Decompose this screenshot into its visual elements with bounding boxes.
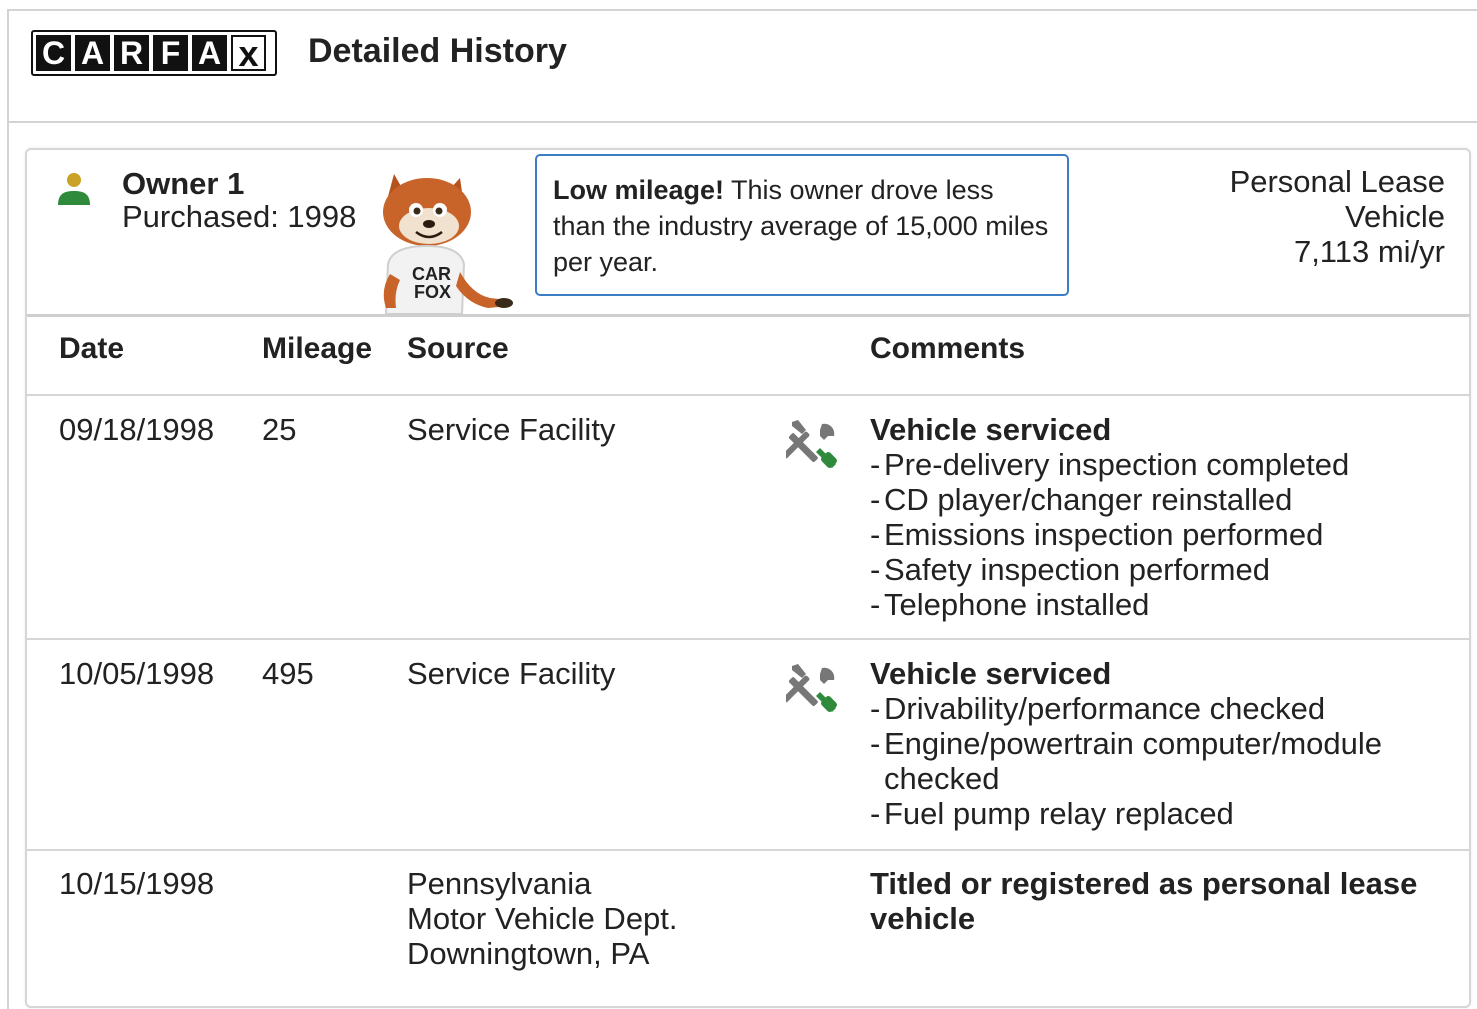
comment-item: Emissions inspection performed [870,517,1349,552]
svg-text:FOX: FOX [414,282,451,302]
comment-item: Telephone installed [870,587,1349,622]
row-comments: Titled or registered as personal lease v… [870,866,1430,936]
column-header-source: Source [407,332,509,365]
row-comments: Vehicle serviced Pre-delivery inspection… [870,412,1349,622]
comment-item: CD player/changer reinstalled [870,482,1349,517]
logo-letter: A [192,35,227,71]
low-mileage-callout: Low mileage! This owner drove less than … [535,154,1069,296]
source-line: Motor Vehicle Dept. [407,901,678,936]
comment-item: Fuel pump relay replaced [870,796,1430,831]
carfax-logo: C A R F A x [31,30,277,76]
carfox-mascot-icon: CAR FOX [383,174,513,314]
wrench-screwdriver-icon [786,420,837,468]
comment-item: Drivability/performance checked [870,691,1430,726]
comment-title: Titled or registered as personal lease v… [870,866,1418,936]
row-mileage: 495 [262,656,314,691]
column-header-mileage: Mileage [262,332,373,365]
logo-letter: A [75,35,110,71]
comment-item: Safety inspection performed [870,552,1349,587]
usage-type: Personal Lease Vehicle [1229,164,1445,234]
row-comments: Vehicle serviced Drivability/performance… [870,656,1430,831]
column-header-comments: Comments [870,332,1026,365]
comment-item: Pre-delivery inspection completed [870,447,1349,482]
logo-letter: C [36,35,71,71]
table-header [27,314,1470,396]
row-source: Pennsylvania Motor Vehicle Dept. Downing… [407,866,678,971]
owner-person-icon [58,173,90,205]
column-header-date: Date [59,332,125,365]
comment-list: Drivability/performance checked Engine/p… [870,691,1430,831]
comment-list: Pre-delivery inspection completed CD pla… [870,447,1349,622]
source-line: Pennsylvania [407,866,592,901]
owner-purchased: Purchased: 1998 [122,199,357,234]
source-line: Downingtown, PA [407,936,650,971]
wrench-screwdriver-icon [786,664,837,712]
logo-letter: R [114,35,149,71]
row-source: Service Facility [407,656,616,691]
comment-title: Vehicle serviced [870,656,1112,691]
row-date: 09/18/1998 [59,412,215,447]
row-date: 10/05/1998 [59,656,215,691]
comment-item: Engine/powertrain computer/module checke… [870,726,1424,796]
row-date: 10/15/1998 [59,866,215,901]
row-source: Service Facility [407,412,616,447]
mileage-rate: 7,113 mi/yr [1293,234,1445,269]
logo-letter: x [231,35,266,72]
logo-letter: F [153,35,188,71]
page-title: Detailed History [308,32,567,70]
comment-title: Vehicle serviced [870,412,1112,447]
row-mileage: 25 [262,412,297,447]
svg-text:CAR: CAR [412,264,451,284]
usage-summary: Personal Lease Vehicle 7,113 mi/yr [1215,164,1445,269]
owner-name: Owner 1 [122,166,245,201]
callout-highlight: Low mileage! [553,175,725,205]
